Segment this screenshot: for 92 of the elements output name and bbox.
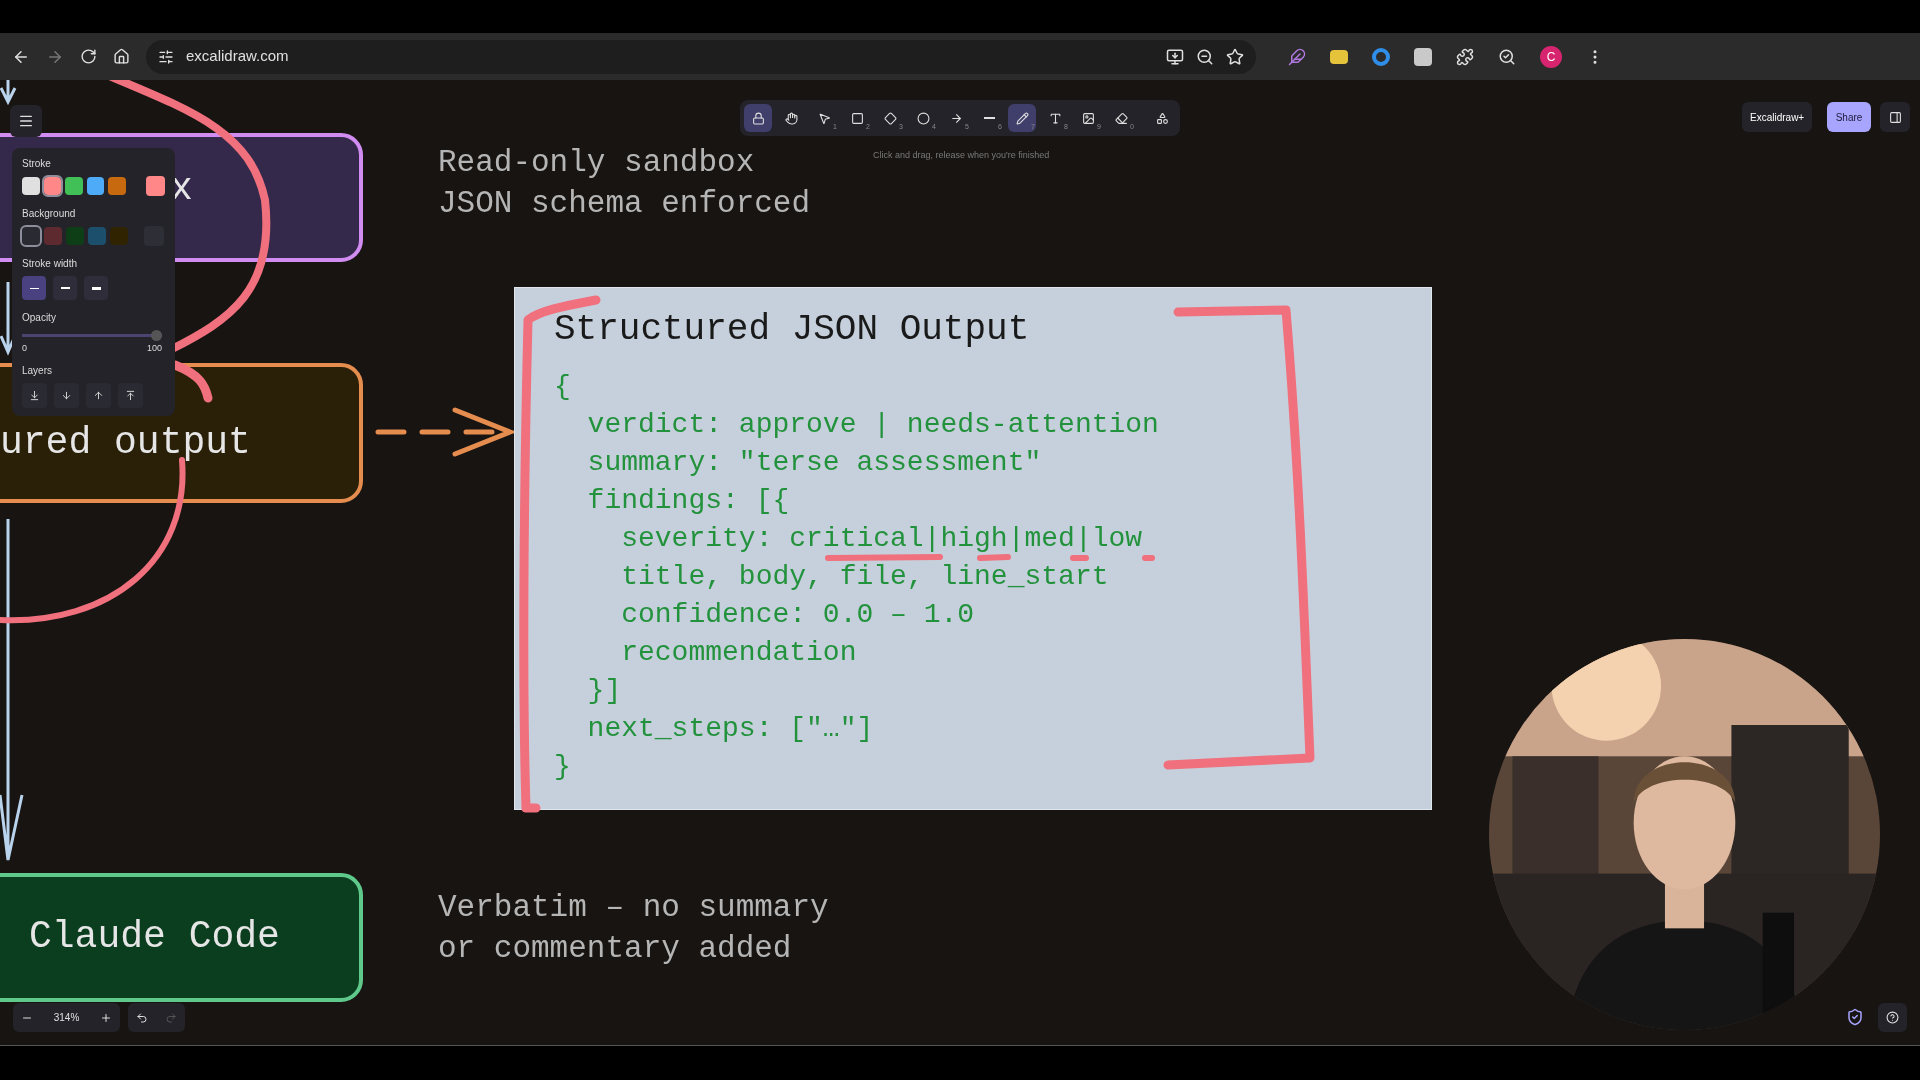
color-swatch[interactable]: [44, 227, 62, 245]
address-bar[interactable]: excalidraw.com: [146, 39, 1256, 74]
hand-icon: [784, 111, 798, 125]
code-line: verdict: approve | needs-attention: [586, 411, 1159, 439]
extension-icon[interactable]: [1372, 47, 1390, 66]
extension-icon[interactable]: [1330, 49, 1348, 64]
help-button[interactable]: [1878, 1003, 1907, 1032]
arrow: [0, 80, 17, 106]
code-line: recommendation: [620, 639, 857, 667]
extensions-icon[interactable]: [1456, 47, 1474, 66]
current-color-swatch[interactable]: [145, 176, 165, 196]
arrow-down-to-line-icon: [29, 390, 40, 401]
box-label: Claude Code: [29, 918, 280, 956]
pencil-icon: [1015, 111, 1029, 125]
help-icon: [1886, 1011, 1899, 1024]
code-line: title, body, file, line_start: [620, 563, 1109, 591]
bring-forward-button[interactable]: [86, 383, 111, 408]
shapes-icon: [1155, 111, 1169, 125]
zoom-out-icon[interactable]: [1196, 47, 1214, 66]
arrow-up-to-line-icon: [125, 390, 136, 401]
url-text: excalidraw.com: [186, 46, 289, 67]
color-swatch[interactable]: [108, 177, 126, 195]
tool-button[interactable]: [744, 104, 772, 132]
opacity-max-label: 100: [146, 341, 162, 355]
code-line: findings: [{: [586, 487, 790, 515]
code-line: }]: [586, 677, 622, 705]
section-label: Background: [22, 207, 77, 221]
profile-avatar[interactable]: C: [1540, 45, 1562, 68]
color-swatch[interactable]: [65, 177, 83, 195]
pen-stroke: [1070, 555, 1089, 561]
code-line: }: [554, 753, 571, 781]
zoom-level[interactable]: 314%: [53, 1010, 80, 1025]
excalidraw-plus-button[interactable]: Excalidraw+: [1742, 102, 1813, 132]
eraser-icon: [1114, 111, 1128, 125]
undo-icon[interactable]: [136, 1011, 149, 1024]
arrow-icon: [949, 111, 963, 125]
install-icon[interactable]: [1166, 47, 1184, 66]
send-backward-button[interactable]: [54, 383, 79, 408]
sidebar-toggle-button[interactable]: [1880, 102, 1910, 132]
pointer-icon: [817, 111, 831, 125]
card-title: Structured JSON Output: [554, 308, 1030, 352]
home-icon[interactable]: [113, 48, 130, 65]
color-swatch[interactable]: [22, 227, 40, 245]
hint-text: Click and drag, release when you're finished: [873, 149, 1050, 162]
color-swatch[interactable]: [86, 177, 105, 195]
code-line: {: [554, 373, 571, 401]
feather-icon[interactable]: [1288, 47, 1306, 66]
site-info-icon[interactable]: [158, 48, 174, 65]
color-swatch[interactable]: [66, 227, 84, 245]
zoom-in-icon[interactable]: [100, 1011, 112, 1024]
section-label: Opacity: [22, 311, 57, 325]
pen-stroke: [1142, 555, 1155, 561]
sidebar-icon: [1888, 110, 1902, 124]
slider-thumb[interactable]: [151, 330, 162, 341]
stroke-width-button[interactable]: [53, 276, 77, 300]
reload-icon[interactable]: [80, 48, 97, 65]
section-label: Stroke: [22, 157, 52, 171]
image-icon: [1081, 111, 1095, 125]
code-line: confidence: 0.0 – 1.0: [620, 601, 975, 629]
code-line: severity: critical|high|med|low: [620, 525, 1143, 553]
bring-to-front-button[interactable]: [118, 383, 143, 408]
bookmark-icon[interactable]: [1226, 47, 1244, 66]
arrow-down-icon: [61, 390, 72, 401]
color-swatch[interactable]: [110, 227, 128, 245]
section-label: Layers: [22, 364, 53, 378]
send-to-back-button[interactable]: [22, 383, 47, 408]
note-text: or commentary added: [438, 930, 793, 968]
note-text: JSON schema enforced: [438, 185, 811, 223]
pen-stroke: [977, 554, 1011, 561]
stroke-width-button[interactable]: [84, 276, 108, 300]
box-label: ured output: [0, 424, 251, 462]
arrow-up-icon: [93, 390, 104, 401]
shield-icon[interactable]: [1846, 1008, 1864, 1026]
color-swatch[interactable]: [88, 227, 106, 245]
share-button[interactable]: Share: [1827, 102, 1871, 132]
color-swatch[interactable]: [43, 177, 62, 195]
menu-icon: [18, 113, 34, 129]
opacity-min-label: 0: [22, 341, 27, 355]
text-icon: [1048, 111, 1062, 125]
note-text: Verbatim – no summary: [438, 889, 829, 927]
section-label: Stroke width: [22, 257, 79, 271]
note-text: Read-only sandbox: [438, 144, 756, 182]
menu-button[interactable]: [10, 105, 42, 137]
diamond-icon: [883, 111, 897, 125]
code-line: summary: "terse assessment": [586, 449, 1042, 477]
extension-icon[interactable]: [1414, 47, 1432, 66]
tab-search-icon[interactable]: [1498, 47, 1516, 66]
color-swatch[interactable]: [22, 177, 40, 195]
ellipse-icon: [916, 111, 930, 125]
code-line: next_steps: ["…"]: [586, 715, 874, 743]
lock-icon: [751, 111, 765, 125]
rectangle-icon: [850, 111, 864, 125]
